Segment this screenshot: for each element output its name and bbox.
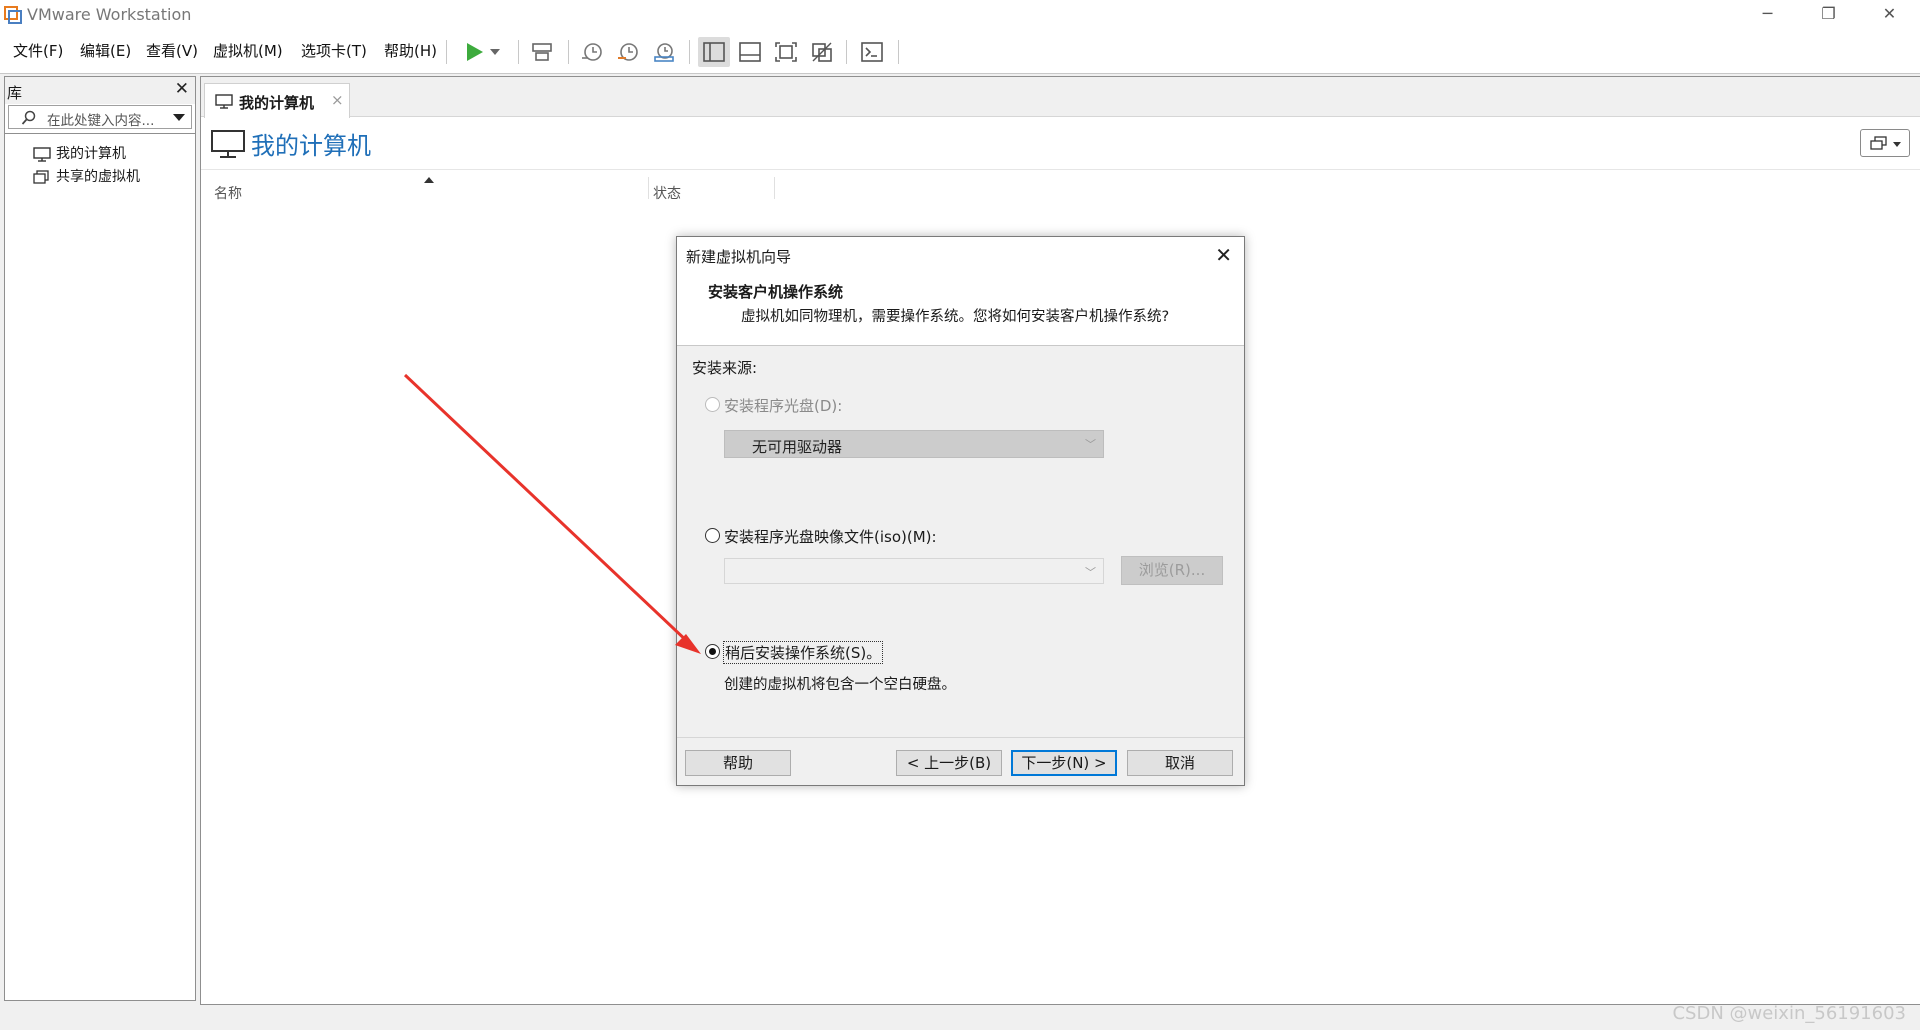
menu-help[interactable]: 帮助(H) xyxy=(384,40,437,61)
column-divider xyxy=(774,177,775,199)
chevron-down-icon[interactable] xyxy=(173,114,185,122)
fullscreen-icon[interactable] xyxy=(770,37,802,67)
header-divider xyxy=(201,169,1920,170)
window-title: VMware Workstation xyxy=(27,5,192,24)
toolbar-separator xyxy=(846,40,847,64)
library-search-input[interactable]: 在此处键入内容... xyxy=(8,105,192,129)
column-divider xyxy=(648,177,649,199)
library-header: 库 ✕ xyxy=(5,77,195,104)
toolbar-separator xyxy=(898,40,899,64)
next-button[interactable]: 下一步(N) > xyxy=(1011,750,1117,776)
dialog-heading: 安装客户机操作系统 xyxy=(708,283,844,301)
dropdown-arrow-icon[interactable] xyxy=(484,37,506,67)
toolbar-separator xyxy=(446,40,447,64)
install-later-description: 创建的虚拟机将包含一个空白硬盘。 xyxy=(724,677,956,693)
dialog-title: 新建虚拟机向导 xyxy=(686,248,792,266)
library-item-label: 共享的虚拟机 xyxy=(56,169,140,185)
menu-vm[interactable]: 虚拟机(M) xyxy=(213,40,283,61)
menu-file[interactable]: 文件(F) xyxy=(13,40,63,61)
toolbar-separator xyxy=(689,40,690,64)
browse-button[interactable]: 浏览(R)... xyxy=(1121,556,1223,585)
library-title: 库 xyxy=(7,84,23,102)
library-panel: 库 ✕ 在此处键入内容... 我的计算机 共享的虚拟机 xyxy=(4,76,196,1001)
library-close-icon[interactable]: ✕ xyxy=(175,79,189,99)
drive-select[interactable]: 无可用驱动器 ﹀ xyxy=(724,430,1104,458)
page-title: 我的计算机 xyxy=(251,132,371,160)
library-item-label: 我的计算机 xyxy=(56,146,126,162)
menu-bar: 文件(F) 编辑(E) 查看(V) 虚拟机(M) 选项卡(T) 帮助(H) xyxy=(0,30,1920,74)
computer-icon xyxy=(33,146,51,162)
minimize-button[interactable]: ─ xyxy=(1740,0,1795,30)
iso-image-radio[interactable] xyxy=(705,528,720,543)
installer-disc-radio[interactable] xyxy=(705,397,720,412)
vmware-logo-icon xyxy=(4,6,22,24)
sort-ascending-icon xyxy=(424,177,434,183)
iso-path-combobox[interactable]: ﹀ xyxy=(724,558,1104,584)
library-divider xyxy=(5,133,195,134)
drive-select-value: 无可用驱动器 xyxy=(752,438,843,456)
install-later-label[interactable]: 稍后安装操作系统(S)。 xyxy=(723,641,884,664)
install-source-label: 安装来源: xyxy=(692,359,758,377)
tab-label: 我的计算机 xyxy=(239,94,315,112)
send-ctrl-alt-del-icon[interactable] xyxy=(526,37,558,67)
title-bar: VMware Workstation ─ ❐ ✕ xyxy=(0,0,1920,30)
console-view-icon[interactable] xyxy=(856,37,888,67)
menu-edit[interactable]: 编辑(E) xyxy=(80,40,131,61)
snapshot-icon[interactable] xyxy=(576,37,608,67)
thumbnail-bar-icon[interactable] xyxy=(734,37,766,67)
unity-icon[interactable] xyxy=(806,37,838,67)
toolbar-separator xyxy=(568,40,569,64)
chevron-down-icon: ﹀ xyxy=(1085,438,1096,451)
library-item-shared-vms[interactable]: 共享的虚拟机 xyxy=(33,166,140,186)
menu-view[interactable]: 查看(V) xyxy=(146,40,198,61)
installer-disc-label[interactable]: 安装程序光盘(D): xyxy=(724,395,842,416)
computer-large-icon xyxy=(211,130,245,158)
dialog-close-icon[interactable]: ✕ xyxy=(1215,243,1232,267)
dialog-subheading: 虚拟机如同物理机，需要操作系统。您将如何安装客户机操作系统? xyxy=(741,309,1170,325)
new-vm-wizard-dialog: 新建虚拟机向导 ✕ 安装客户机操作系统 虚拟机如同物理机，需要操作系统。您将如何… xyxy=(676,236,1245,786)
computer-icon xyxy=(215,94,233,109)
dialog-header: 新建虚拟机向导 ✕ 安装客户机操作系统 虚拟机如同物理机，需要操作系统。您将如何… xyxy=(677,237,1244,346)
watermark: CSDN @weixin_56191603 xyxy=(1672,1003,1906,1024)
tab-strip: 我的计算机 × xyxy=(201,77,1920,118)
shared-vms-icon xyxy=(33,169,49,184)
back-button[interactable]: < 上一步(B) xyxy=(896,750,1002,776)
library-search-placeholder: 在此处键入内容... xyxy=(47,113,155,129)
tab-my-computer[interactable]: 我的计算机 × xyxy=(204,83,350,118)
install-later-radio[interactable] xyxy=(705,644,720,659)
toolbar-separator xyxy=(518,40,519,64)
library-item-my-computer[interactable]: 我的计算机 xyxy=(33,143,126,163)
close-window-button[interactable]: ✕ xyxy=(1862,0,1917,30)
cancel-button[interactable]: 取消 xyxy=(1127,750,1233,776)
search-icon xyxy=(21,110,36,125)
view-options-button[interactable] xyxy=(1860,129,1910,157)
revert-snapshot-icon[interactable] xyxy=(612,37,644,67)
help-button[interactable]: 帮助 xyxy=(685,750,791,776)
dialog-footer-divider xyxy=(677,737,1244,738)
chevron-down-icon[interactable]: ﹀ xyxy=(1085,564,1096,580)
iso-image-label[interactable]: 安装程序光盘映像文件(iso)(M): xyxy=(724,526,937,547)
show-library-icon[interactable] xyxy=(698,37,730,67)
column-header-name[interactable]: 名称 xyxy=(214,183,242,203)
column-header-status[interactable]: 状态 xyxy=(653,183,681,203)
tab-close-icon[interactable]: × xyxy=(331,91,344,109)
restore-button[interactable]: ❐ xyxy=(1801,0,1856,30)
snapshot-manager-icon[interactable] xyxy=(648,37,680,67)
view-options-icon xyxy=(1870,136,1901,150)
menu-tabs[interactable]: 选项卡(T) xyxy=(301,40,367,61)
